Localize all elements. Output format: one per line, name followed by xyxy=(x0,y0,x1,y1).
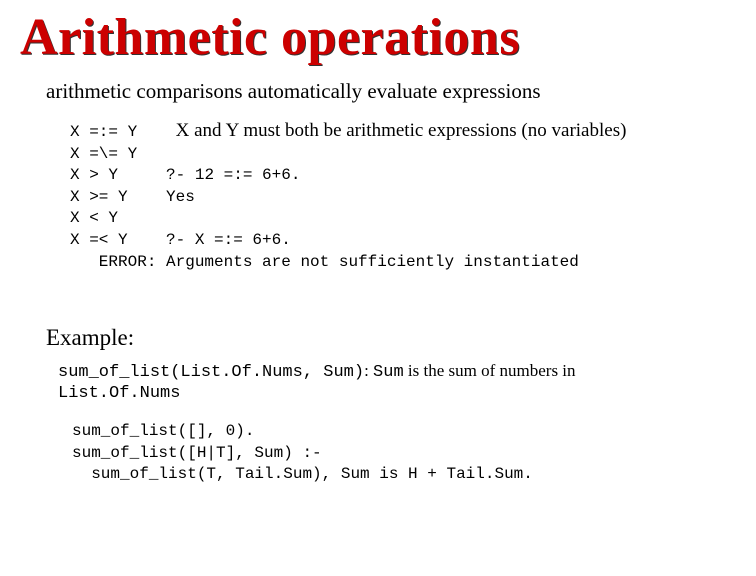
code-line-4: X >= Y Yes xyxy=(70,187,686,209)
code-4: X >= Y xyxy=(70,188,128,206)
example-code-line-3: sum_of_list(T, Tail.Sum), Sum is H + Tai… xyxy=(72,464,684,486)
example-desc-text1: : xyxy=(364,361,373,380)
code-6: X =< Y xyxy=(70,231,128,249)
example-code-line-1: sum_of_list([], 0). xyxy=(72,421,684,443)
comparison-operators-block: X =:= Y X and Y must both be arithmetic … xyxy=(0,118,756,273)
code-line-2: X =\= Y xyxy=(70,144,686,166)
example-code-line-2: sum_of_list([H|T], Sum) :- xyxy=(72,443,684,465)
code-3: X > Y xyxy=(70,166,118,184)
code-line-3: X > Y ?- 12 =:= 6+6. xyxy=(70,165,686,187)
code-line-7: ERROR: Arguments are not sufficiently in… xyxy=(70,252,686,274)
example-desc-text2: is the sum of numbers in xyxy=(404,361,576,380)
example-desc-code3: List.Of.Nums xyxy=(58,384,180,403)
slide-subtitle: arithmetic comparisons automatically eva… xyxy=(0,79,756,118)
code-line-5: X < Y xyxy=(70,208,686,230)
code-line-6: X =< Y ?- X =:= 6+6. xyxy=(70,230,686,252)
output-6: ?- X =:= 6+6. xyxy=(166,231,291,249)
example-description: sum_of_list(List.Of.Nums, Sum): Sum is t… xyxy=(0,361,756,421)
code-line-1: X =:= Y X and Y must both be arithmetic … xyxy=(70,118,686,144)
example-code-block: sum_of_list([], 0). sum_of_list([H|T], S… xyxy=(0,421,756,486)
output-4: Yes xyxy=(166,188,195,206)
note-1: X and Y must both be arithmetic expressi… xyxy=(176,120,627,141)
code-1: X =:= Y xyxy=(70,123,137,141)
output-3: ?- 12 =:= 6+6. xyxy=(166,166,300,184)
slide-title: Arithmetic operations xyxy=(0,0,756,79)
example-desc-code2: Sum xyxy=(373,363,404,382)
example-desc-code1: sum_of_list(List.Of.Nums, Sum) xyxy=(58,363,364,382)
example-heading: Example: xyxy=(0,273,756,361)
